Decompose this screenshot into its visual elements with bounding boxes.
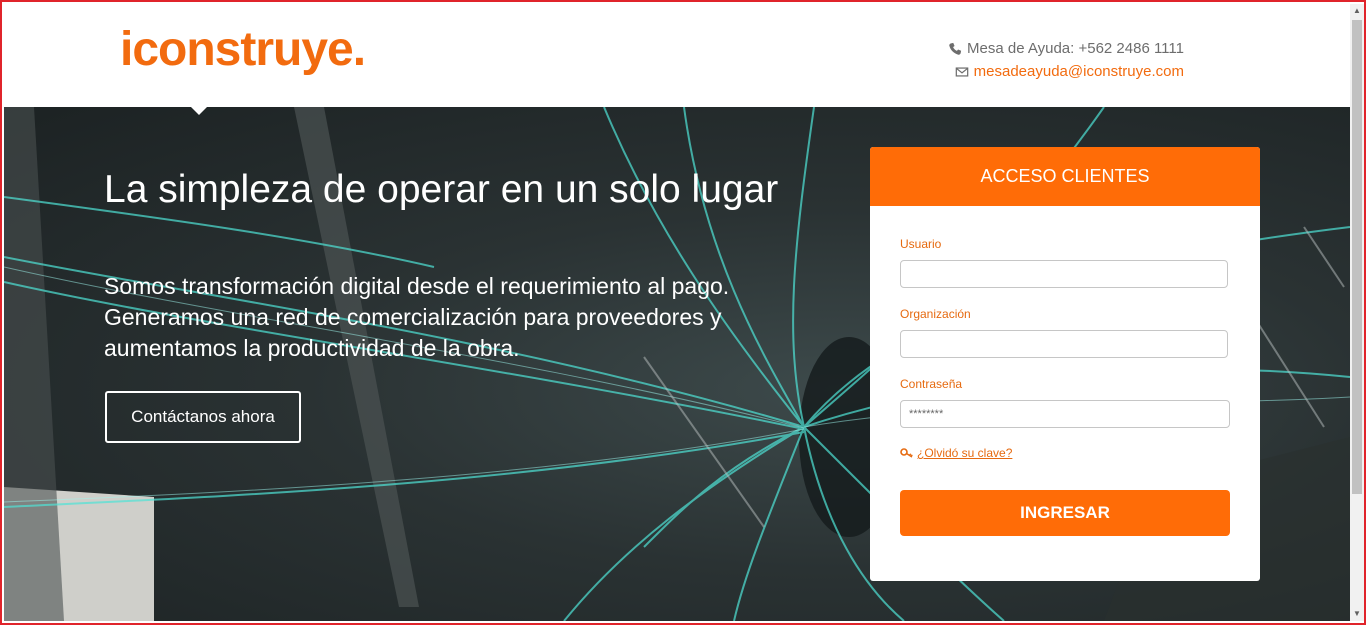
phone-icon xyxy=(949,42,962,55)
hero-headline: La simpleza de operar en un solo lugar xyxy=(104,168,779,211)
forgot-password-link[interactable]: ¿Olvidó su clave? xyxy=(900,446,1012,460)
envelope-icon xyxy=(955,66,968,77)
logo-text: iconstruye xyxy=(120,23,354,76)
scrollbar-thumb[interactable] xyxy=(1352,20,1362,494)
login-submit-button[interactable]: INGRESAR xyxy=(900,490,1230,536)
hero-subtext: Somos transformación digital desde el re… xyxy=(104,273,730,361)
login-card: ACCESO CLIENTES Usuario Organización Con… xyxy=(870,147,1260,581)
login-title: ACCESO CLIENTES xyxy=(870,147,1260,206)
username-input[interactable] xyxy=(900,260,1228,288)
password-input[interactable] xyxy=(900,400,1230,428)
organization-label: Organización xyxy=(900,307,971,321)
key-icon xyxy=(900,448,913,458)
password-label: Contraseña xyxy=(900,377,963,391)
help-email-link[interactable]: mesadeayuda@iconstruye.com xyxy=(974,60,1184,83)
help-phone: Mesa de Ayuda: +562 2486 1111 xyxy=(967,40,1184,57)
contact-us-button[interactable]: Contáctanos ahora xyxy=(105,391,301,443)
username-label: Usuario xyxy=(900,237,942,251)
scroll-down-arrow-icon[interactable]: ▼ xyxy=(1352,609,1362,619)
site-header: iconstruye. Mesa de Ayuda: +562 2486 111… xyxy=(4,4,1350,107)
help-contact: Mesa de Ayuda: +562 2486 1111 mesadeayud… xyxy=(948,37,1184,83)
scroll-up-arrow-icon[interactable]: ▲ xyxy=(1352,6,1362,16)
forgot-password-text: ¿Olvidó su clave? xyxy=(917,446,1013,460)
iconstruye-logo[interactable]: iconstruye. xyxy=(120,22,366,78)
header-notch xyxy=(187,103,211,115)
logo-dot: . xyxy=(352,23,366,76)
organization-input[interactable] xyxy=(900,330,1228,358)
